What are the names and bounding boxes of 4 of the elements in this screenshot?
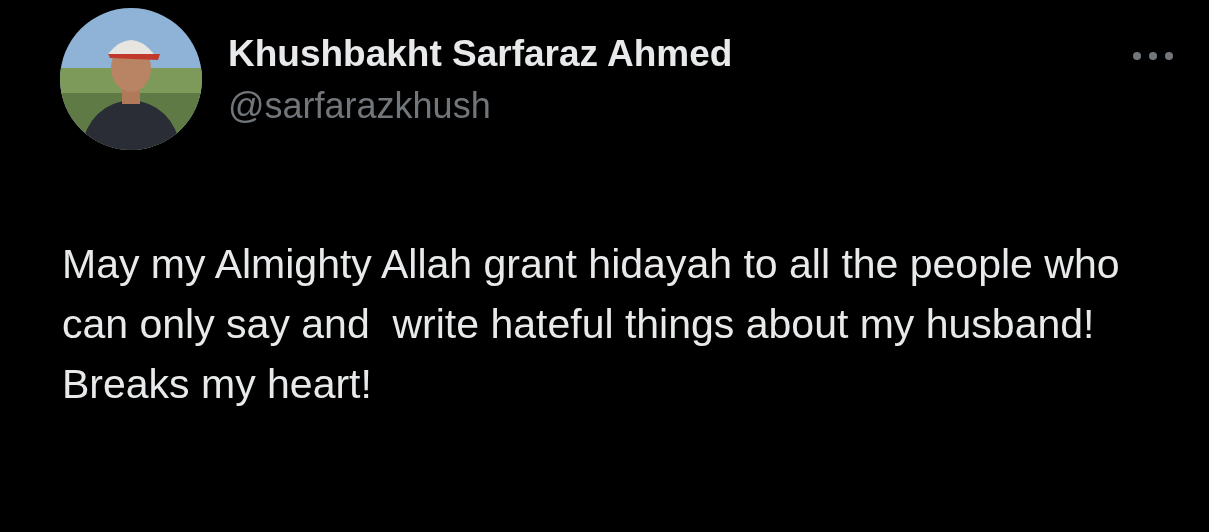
more-options-icon[interactable]	[1131, 50, 1175, 62]
user-handle[interactable]: @sarfarazkhush	[228, 82, 733, 130]
tweet-text: May my Almighty Allah grant hidayah to all the people who can only say and write hateful things about my husband! Breaks my heart!	[62, 240, 1121, 409]
author-name[interactable]: Khushbakht Sarfaraz Ahmed	[228, 30, 733, 78]
